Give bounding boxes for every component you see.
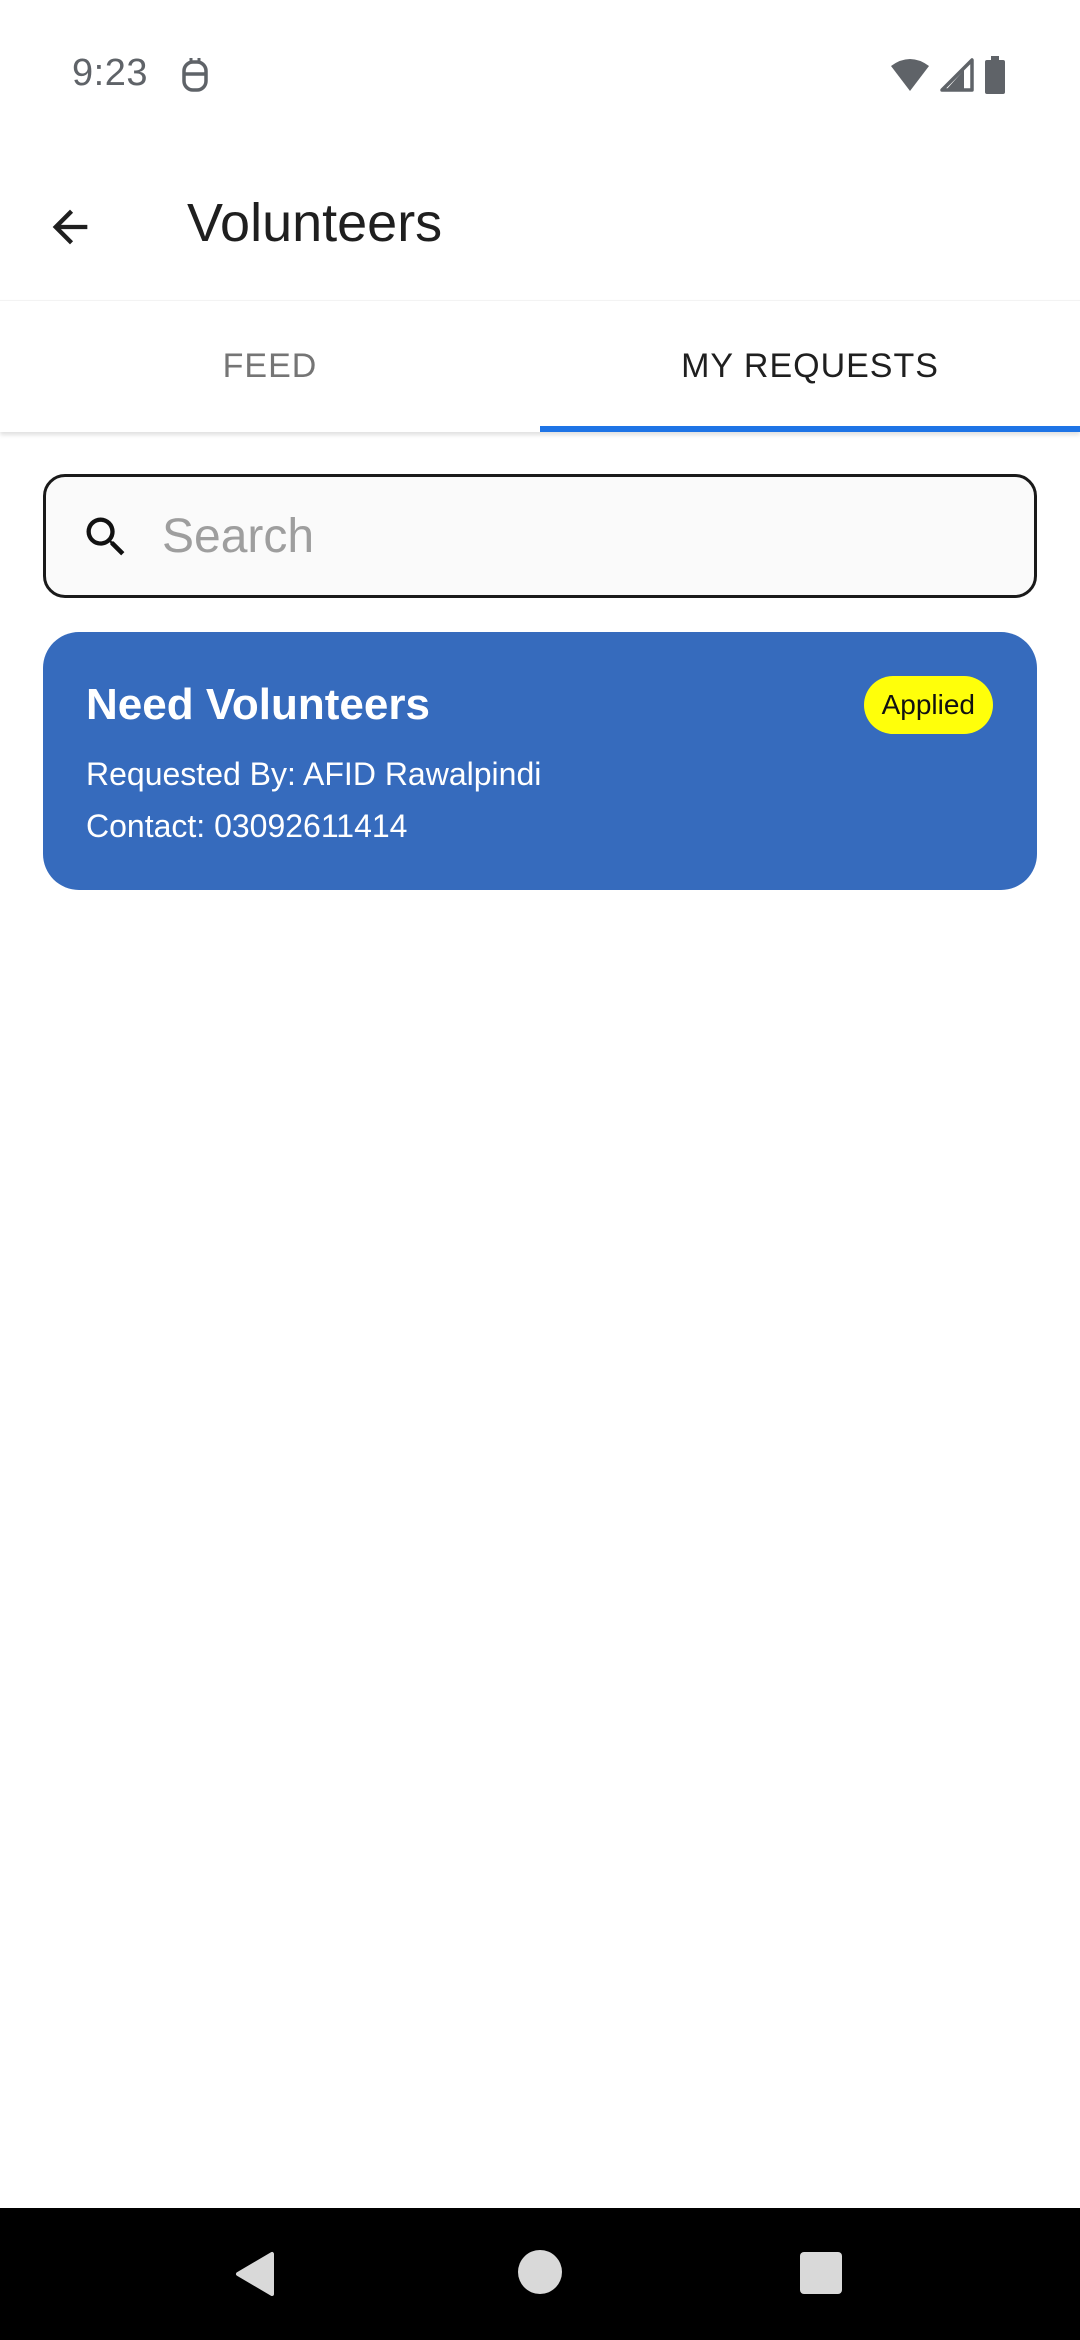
- nav-recents-icon[interactable]: [800, 2252, 842, 2294]
- tab-my-requests-label: MY REQUESTS: [681, 347, 939, 385]
- search-input[interactable]: [162, 477, 1002, 595]
- system-nav-bar: [0, 2208, 1080, 2340]
- tab-my-requests[interactable]: MY REQUESTS: [540, 301, 1080, 432]
- nav-back-icon[interactable]: [232, 2250, 280, 2298]
- battery-icon: [985, 56, 1005, 94]
- status-icons: [890, 56, 1006, 94]
- back-button[interactable]: [30, 187, 110, 267]
- tab-feed[interactable]: FEED: [0, 301, 540, 432]
- robot-icon: [182, 58, 208, 92]
- tab-feed-label: FEED: [222, 347, 318, 385]
- request-contact: Contact: 03092611414: [86, 808, 408, 844]
- wifi-icon: [891, 59, 929, 91]
- status-bar: 9:23: [0, 0, 1080, 150]
- search-box[interactable]: [43, 474, 1037, 598]
- tab-bar: FEED MY REQUESTS: [0, 300, 1080, 432]
- signal-icon: [940, 58, 974, 92]
- screen: 9:23 Volunteers FEED MY REQUESTS Search …: [0, 0, 1080, 2340]
- search-icon: [86, 517, 125, 556]
- status-badge: Applied: [863, 676, 993, 734]
- nav-home-icon[interactable]: [518, 2250, 562, 2294]
- request-card[interactable]: Need Volunteers Requested By: AFID Rawal…: [43, 632, 1037, 890]
- request-requested-by: Requested By: AFID Rawalpindi: [86, 756, 542, 792]
- arrow-back-icon: [52, 209, 88, 245]
- page-title: Volunteers: [187, 193, 443, 253]
- app-bar: Volunteers: [0, 150, 1080, 300]
- tab-indicator: [540, 426, 1080, 432]
- request-title: Need Volunteers: [86, 680, 430, 729]
- status-time: 9:23: [72, 52, 148, 94]
